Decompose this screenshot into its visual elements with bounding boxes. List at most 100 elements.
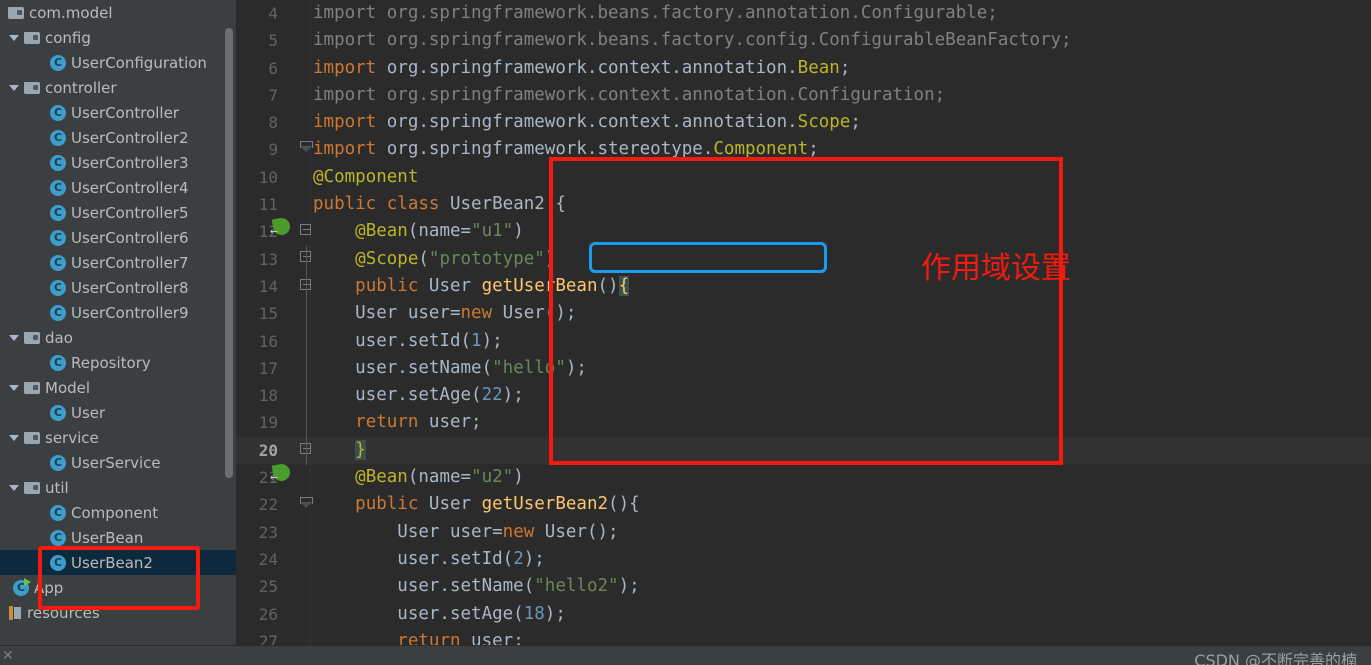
project-tree-scrollbar[interactable]: [225, 28, 233, 478]
code-token: return: [355, 412, 419, 433]
line-number: 11: [258, 195, 278, 215]
code-line[interactable]: 9 import org.springframework.stereotype.C…: [236, 136, 1371, 163]
code-token: import: [313, 112, 377, 133]
code-line[interactable]: 11 public class UserBean2 {: [236, 191, 1371, 218]
code-line[interactable]: 16 user.setId(1);: [236, 328, 1371, 355]
code-line[interactable]: 17 user.setName("hello");: [236, 355, 1371, 382]
class-icon: C: [50, 129, 66, 146]
line-number: 15: [258, 304, 278, 324]
code-text: user.setId(1);: [313, 328, 503, 355]
tree-item-usercontroller8[interactable]: C UserController8: [0, 275, 236, 300]
code-line[interactable]: 13 @Scope("prototype"): [236, 246, 1371, 273]
line-number: 17: [258, 358, 278, 378]
fold-marker-imports[interactable]: [300, 141, 313, 154]
tree-item-usercontroller3[interactable]: C UserController3: [0, 150, 236, 175]
code-line[interactable]: 14 public User getUserBean(){: [236, 273, 1371, 300]
tree-item-controller[interactable]: controller: [0, 75, 236, 100]
tree-item-user[interactable]: C User: [0, 400, 236, 425]
chevron-down-icon[interactable]: [8, 381, 21, 394]
chevron-down-icon[interactable]: [8, 481, 21, 494]
tree-item-usercontroller4[interactable]: C UserController4: [0, 175, 236, 200]
code-editor[interactable]: 4 import org.springframework.beans.factor…: [236, 0, 1371, 645]
close-icon[interactable]: ✕: [2, 649, 16, 663]
code-token: new: [460, 303, 493, 324]
code-line[interactable]: 23 User user=new User();: [236, 519, 1371, 546]
tree-item-userbean2[interactable]: C UserBean2: [0, 550, 236, 575]
tree-item-label: UserBean: [71, 528, 144, 547]
class-icon: C: [50, 504, 66, 521]
code-line[interactable]: 7 import org.springframework.context.anno…: [236, 82, 1371, 109]
code-text: import org.springframework.context.annot…: [313, 109, 861, 136]
code-line[interactable]: 27 return user;: [236, 628, 1371, 645]
tree-item-usercontroller5[interactable]: C UserController5: [0, 200, 236, 225]
tree-item-userconfiguration[interactable]: C UserConfiguration: [0, 50, 236, 75]
tree-item-usercontroller2[interactable]: C UserController2: [0, 125, 236, 150]
code-text: user.setName("hello2");: [313, 573, 639, 600]
fold-marker[interactable]: [300, 497, 313, 510]
code-token: Component: [713, 139, 809, 160]
code-text: @Component: [313, 164, 418, 191]
code-line[interactable]: 20 }: [236, 436, 1371, 465]
tree-item-repository[interactable]: C Repository: [0, 350, 236, 375]
tree-item-config[interactable]: config: [0, 25, 236, 50]
code-token: ): [513, 221, 524, 242]
code-token: User();: [492, 303, 577, 324]
tree-item-usercontroller9[interactable]: C UserController9: [0, 300, 236, 325]
tree-item-util[interactable]: util: [0, 475, 236, 500]
code-line[interactable]: 26 user.setAge(18);: [236, 601, 1371, 628]
spring-bean-gutter-icon[interactable]: ←: [270, 216, 292, 239]
fold-marker[interactable]: [300, 224, 311, 235]
chevron-down-icon[interactable]: [8, 431, 21, 444]
tree-item-component[interactable]: C Component: [0, 500, 236, 525]
tree-item-label: UserController7: [71, 253, 189, 272]
code-text: User user=new User();: [313, 519, 618, 546]
class-icon: C: [50, 154, 66, 171]
tree-item-usercontroller[interactable]: C UserController: [0, 100, 236, 125]
code-line[interactable]: 10 @Component: [236, 164, 1371, 191]
code-line[interactable]: 22 public User getUserBean2(){: [236, 491, 1371, 518]
code-text: import org.springframework.context.annot…: [313, 55, 850, 82]
tree-item-usercontroller6[interactable]: C UserController6: [0, 225, 236, 250]
code-line[interactable]: 21 @Bean(name="u2"): [236, 464, 1371, 491]
tree-item-label: Model: [45, 378, 91, 397]
code-line[interactable]: 19 return user;: [236, 409, 1371, 436]
code-line[interactable]: 18 user.setAge(22);: [236, 382, 1371, 409]
code-line[interactable]: 4 import org.springframework.beans.factor…: [236, 0, 1371, 27]
tree-item-label: UserBean2: [71, 553, 153, 572]
code-text: public User getUserBean2(){: [313, 491, 639, 518]
tree-item-app[interactable]: C App: [0, 575, 236, 600]
project-tree-panel[interactable]: com.model config C UserConfiguration control…: [0, 0, 236, 645]
code-token: public: [355, 275, 419, 296]
spring-bean-gutter-icon[interactable]: ←: [270, 462, 292, 485]
class-icon: C: [50, 529, 66, 546]
code-token: user;: [460, 630, 524, 645]
tree-item-com-model[interactable]: com.model: [0, 0, 236, 25]
code-line[interactable]: 8 import org.springframework.context.anno…: [236, 109, 1371, 136]
chevron-down-icon[interactable]: [8, 331, 21, 344]
code-line[interactable]: 5 import org.springframework.beans.factor…: [236, 27, 1371, 54]
code-token: "hello": [492, 357, 566, 378]
line-number: 5: [268, 31, 278, 51]
tree-item-usercontroller7[interactable]: C UserController7: [0, 250, 236, 275]
idea-window: com.model config C UserConfiguration control…: [0, 0, 1371, 665]
tree-item-userbean[interactable]: C UserBean: [0, 525, 236, 550]
tree-item-resources[interactable]: resources: [0, 600, 236, 625]
line-number: 16: [258, 331, 278, 351]
line-number: 10: [258, 167, 278, 187]
chevron-down-icon[interactable]: [8, 31, 21, 44]
chevron-down-icon[interactable]: [8, 81, 21, 94]
code-token: import org.springframework.beans.factory…: [313, 3, 998, 23]
tree-item-model[interactable]: Model: [0, 375, 236, 400]
tree-item-service[interactable]: service: [0, 425, 236, 450]
code-token: user.setAge(: [313, 603, 524, 624]
code-line[interactable]: 15 User user=new User();: [236, 300, 1371, 327]
runnable-class-icon: C: [13, 577, 31, 596]
code-line[interactable]: 6 import org.springframework.context.anno…: [236, 55, 1371, 82]
code-line[interactable]: 24 user.setId(2);: [236, 546, 1371, 573]
tree-item-dao[interactable]: dao: [0, 325, 236, 350]
line-number: 25: [258, 577, 278, 597]
code-line[interactable]: 25 user.setName("hello2");: [236, 573, 1371, 600]
tree-item-userservice[interactable]: C UserService: [0, 450, 236, 475]
code-line[interactable]: 12 @Bean(name="u1"): [236, 218, 1371, 245]
